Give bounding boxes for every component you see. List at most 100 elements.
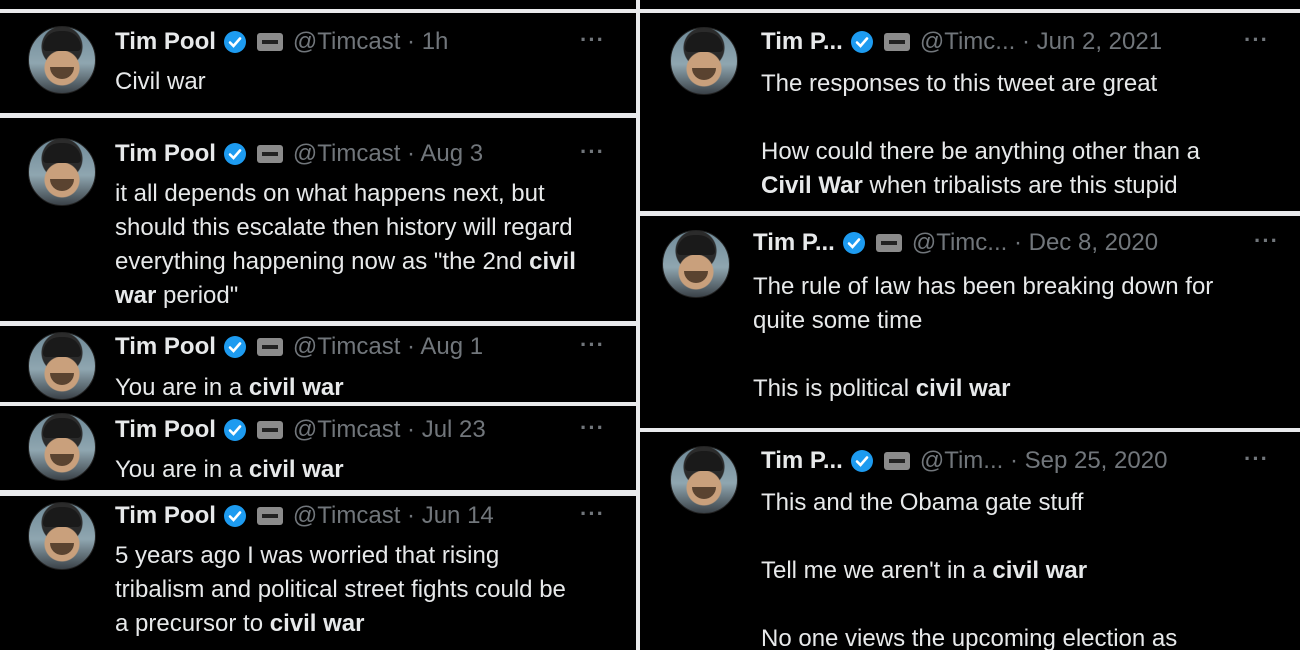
tweet-header: Tim Pool @Timcast · Aug 1 [115,330,483,364]
affiliate-badge-icon [875,234,902,252]
verified-badge-icon [850,31,873,53]
author-handle[interactable]: @Timcast · Aug 1 [293,333,483,361]
tweet-header: Tim Pool @Timcast · Jun 14 [115,499,494,533]
avatar[interactable] [670,27,738,95]
more-options-icon[interactable]: ··· [1244,27,1269,53]
tweet-text: Civil war [115,65,206,99]
avatar-beanie [43,143,81,163]
highlighted-text: civil war [248,374,344,401]
avatar[interactable] [28,138,96,206]
avatar-beanie [685,451,723,471]
highlighted-text: civil war [992,557,1088,584]
avatar-beanie [43,31,81,51]
avatar-beard [684,271,708,283]
tweet-card-partial [0,0,636,9]
more-options-icon[interactable]: ··· [1254,228,1279,254]
highlighted-text: civil [529,248,576,275]
avatar-beard [692,487,716,499]
avatar-beard [50,179,74,191]
avatar[interactable] [28,413,96,481]
avatar[interactable] [28,502,96,570]
verified-badge-icon [223,31,246,53]
verified-badge-icon [223,419,246,441]
author-handle[interactable]: @Timc... · Dec 8, 2020 [912,229,1158,257]
author-handle[interactable]: @Timc... · Jun 2, 2021 [920,28,1162,56]
tweet-header: Tim Pool @Timcast · Aug 3 [115,137,483,171]
avatar[interactable] [662,230,730,298]
tweet-text-segment: when tribalists are this stupid [862,172,1178,199]
tweet-text-segment: You are in a [115,374,249,401]
affiliate-badge-icon [883,33,910,51]
author-name[interactable]: Tim Pool [115,140,216,168]
tweet-card[interactable]: Tim Pool @Timcast · Jun 14 ··· 5 years ago … [0,496,636,650]
avatar[interactable] [28,26,96,94]
more-options-icon[interactable]: ··· [580,27,605,53]
tweet-card[interactable]: Tim Pool @Timcast · Aug 3 ··· it all depend… [0,118,636,321]
more-options-icon[interactable]: ··· [580,501,605,527]
highlighted-text: war [115,282,157,309]
avatar-beard [692,68,716,80]
author-handle[interactable]: @Tim... · Sep 25, 2020 [920,447,1168,475]
verified-badge-icon [223,336,246,358]
tweet-header: Tim P... @Timc... · Jun 2, 2021 [761,25,1162,59]
tweet-card-partial [640,0,1300,9]
avatar-beard [50,543,74,555]
tweet-text: The rule of law has been breaking down f… [753,270,1213,406]
affiliate-badge-icon [256,33,283,51]
avatar-beanie [43,507,81,527]
more-options-icon[interactable]: ··· [580,415,605,441]
highlighted-text: civil war [248,456,344,483]
avatar-beard [50,373,74,385]
author-handle[interactable]: @Timcast · Jun 14 [293,502,494,530]
author-handle[interactable]: @Timcast · Aug 3 [293,140,483,168]
author-handle[interactable]: @Timcast · Jul 23 [293,416,486,444]
author-name[interactable]: Tim P... [761,28,843,56]
author-name[interactable]: Tim P... [753,229,835,257]
avatar[interactable] [28,332,96,400]
tweet-header: Tim P... @Tim... · Sep 25, 2020 [761,444,1167,478]
affiliate-badge-icon [256,145,283,163]
highlighted-text: civil war [915,375,1011,402]
tweet-text: You are in a civil war [115,453,344,487]
tweet-card[interactable]: Tim Pool @Timcast · 1h ··· Civil war [0,13,636,113]
avatar-beanie [685,32,723,52]
tweet-card[interactable]: Tim Pool @Timcast · Aug 1 ··· You are in a … [0,326,636,402]
more-options-icon[interactable]: ··· [1244,446,1269,472]
verified-badge-icon [223,143,246,165]
affiliate-badge-icon [883,452,910,470]
verified-badge-icon [850,450,873,472]
tweet-card[interactable]: Tim P... @Tim... · Sep 25, 2020 ··· This an… [640,432,1300,650]
author-name[interactable]: Tim Pool [115,416,216,444]
tweet-card[interactable]: Tim P... @Timc... · Jun 2, 2021 ··· The res… [640,13,1300,211]
author-name[interactable]: Tim Pool [115,28,216,56]
tweet-text: This and the Obama gate stuff Tell me we… [761,486,1177,650]
tweet-card[interactable]: Tim P... @Timc... · Dec 8, 2020 ··· The rul… [640,216,1300,428]
tweet-text-segment: The responses to this tweet are great Ho… [761,70,1200,165]
avatar-beard [50,454,74,466]
affiliate-badge-icon [256,421,283,439]
avatar-beanie [677,235,715,255]
author-name[interactable]: Tim P... [761,447,843,475]
more-options-icon[interactable]: ··· [580,332,605,358]
tweet-text: The responses to this tweet are great Ho… [761,67,1200,203]
highlighted-text: civil war [269,610,365,637]
tweet-header: Tim P... @Timc... · Dec 8, 2020 [753,226,1158,260]
tweet-card[interactable]: Tim Pool @Timcast · Jul 23 ··· You are in a… [0,406,636,490]
avatar-beanie [43,337,81,357]
avatar-beard [50,67,74,79]
tweet-text-segment: Civil war [115,68,206,95]
affiliate-badge-icon [256,338,283,356]
tweet-text-segment: it all depends on what happens next, but… [115,180,573,275]
author-name[interactable]: Tim Pool [115,333,216,361]
author-name[interactable]: Tim Pool [115,502,216,530]
verified-badge-icon [842,232,865,254]
tweet-text-segment: No one views the upcoming election as [761,625,1178,650]
tweet-header: Tim Pool @Timcast · 1h [115,25,448,59]
affiliate-badge-icon [256,507,283,525]
tweet-text-segment: You are in a [115,456,249,483]
tweet-text: 5 years ago I was worried that rising tr… [115,539,566,641]
avatar[interactable] [670,446,738,514]
verified-badge-icon [223,505,246,527]
author-handle[interactable]: @Timcast · 1h [293,28,449,56]
more-options-icon[interactable]: ··· [580,139,605,165]
